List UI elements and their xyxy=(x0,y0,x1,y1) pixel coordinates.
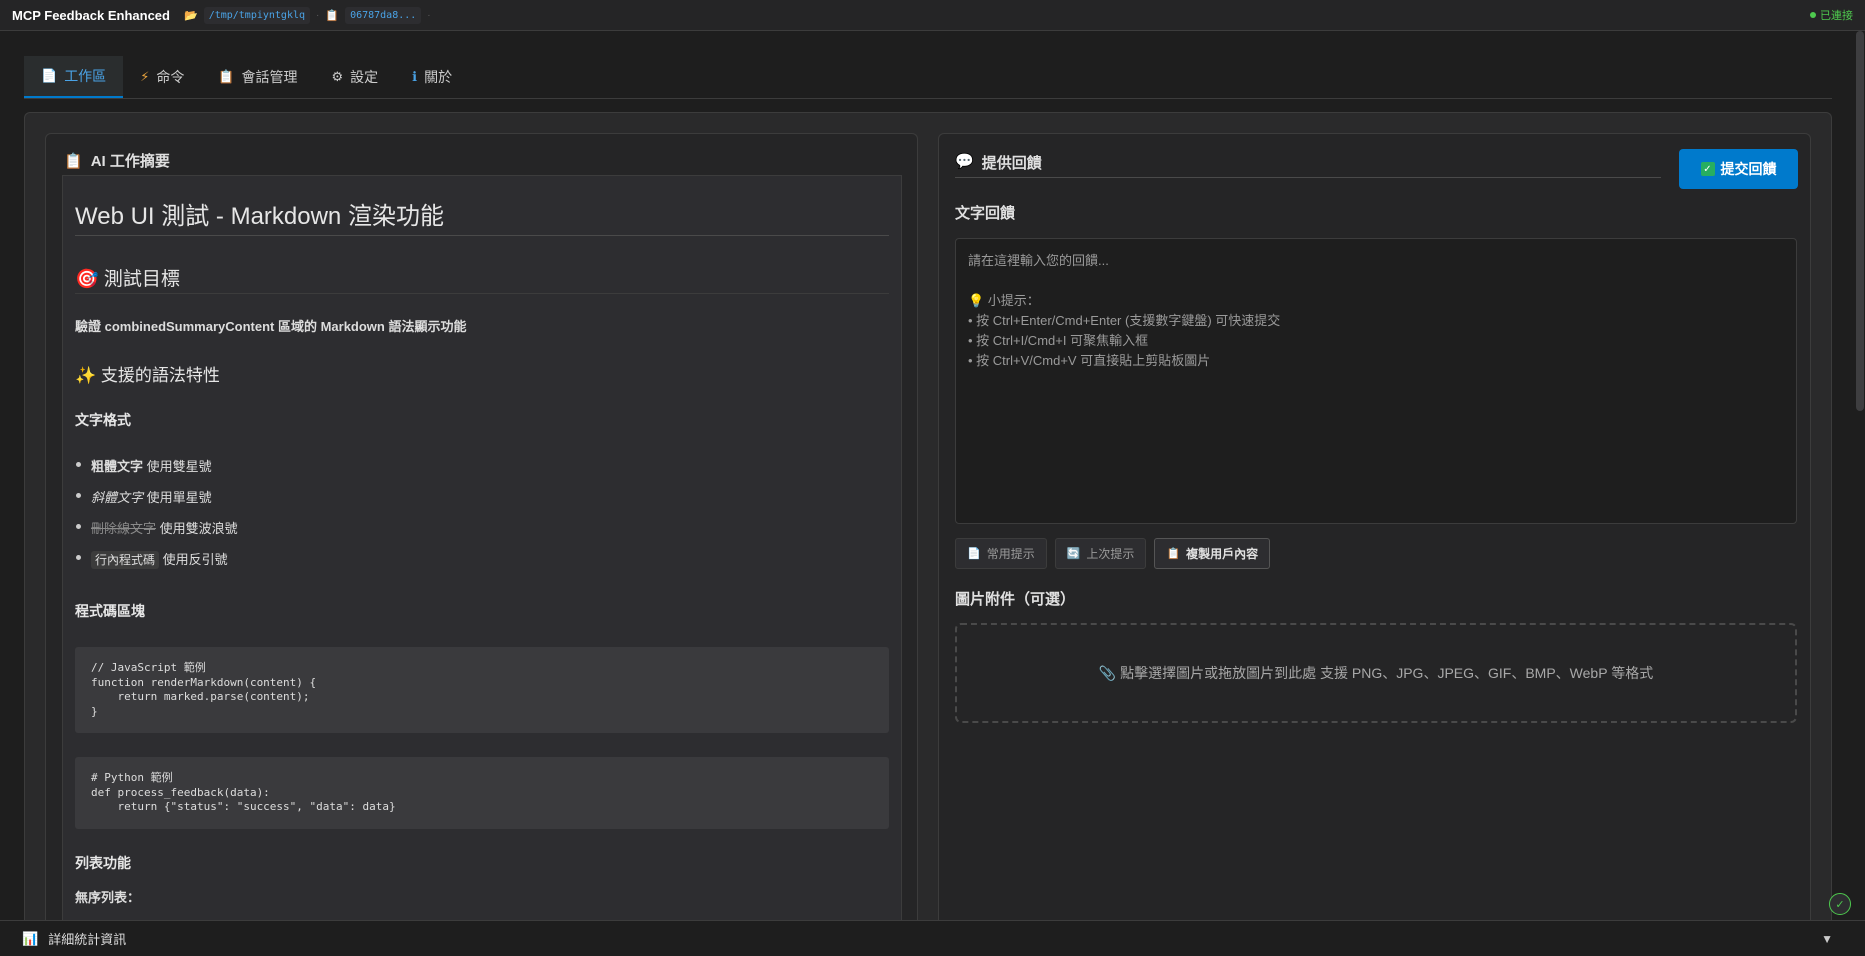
connection-status: 已連接 xyxy=(1810,7,1853,23)
button-label: 常用提示 xyxy=(986,547,1035,561)
strike-sample: 刪除線文字 xyxy=(91,521,157,536)
summary-panel: 📋 AI 工作摘要 Web UI 測試 - Markdown 渲染功能 🎯 測試… xyxy=(45,133,918,956)
tab-workspace[interactable]: 📄 工作區 xyxy=(24,56,124,98)
tab-label: 設定 xyxy=(350,69,379,85)
code-line: # Python 範例 xyxy=(91,771,173,784)
separator: · xyxy=(427,9,431,21)
code-line: return {"status": "success", "data": dat… xyxy=(91,800,396,813)
summary-content[interactable]: Web UI 測試 - Markdown 渲染功能 🎯 測試目標 驗證 comb… xyxy=(62,175,902,956)
unordered-list-label: 無序列表： xyxy=(75,889,141,905)
clipboard-icon: 📋 xyxy=(218,69,235,84)
folder-icon: 📂 xyxy=(183,8,198,22)
tab-label: 關於 xyxy=(424,69,453,85)
tab-label: 工作區 xyxy=(64,68,107,84)
code-block-heading: 程式碼區塊 xyxy=(75,603,145,619)
prompt-button-row: 📄 常用提示 🔄 上次提示 📋 複製用戶內容 xyxy=(955,538,1271,569)
button-label: 上次提示 xyxy=(1086,547,1135,561)
features-heading: ✨ 支援的語法特性 xyxy=(75,366,220,385)
project-path: /tmp/tmpiyntgklq xyxy=(203,6,311,24)
button-label: 複製用戶內容 xyxy=(1186,547,1259,561)
workspace-container: 📋 AI 工作摘要 Web UI 測試 - Markdown 渲染功能 🎯 測試… xyxy=(24,112,1832,956)
image-dropzone[interactable]: 📎 點擊選擇圖片或拖放圖片到此處 支援 PNG、JPG、JPEG、GIF、BMP… xyxy=(955,623,1797,723)
tab-settings[interactable]: ⚙ 設定 xyxy=(315,56,396,98)
top-bar: MCP Feedback Enhanced 📂 /tmp/tmpiyntgklq… xyxy=(0,0,1865,31)
code-line: return marked.parse(content); xyxy=(91,690,310,703)
list-item: 斜體文字 使用單星號 xyxy=(75,487,889,505)
tab-label: 會話管理 xyxy=(241,69,298,85)
feedback-panel-title: 💬 提供回饋 xyxy=(955,152,1661,178)
code-block-javascript: // JavaScript 範例 function renderMarkdown(… xyxy=(75,647,889,733)
stats-label: 詳細統計資訊 xyxy=(48,932,127,947)
inline-code-sample: 行內程式碼 xyxy=(91,551,160,569)
speech-bubble-icon: 💬 xyxy=(955,153,974,170)
document-icon: 📄 xyxy=(967,548,981,560)
tab-about[interactable]: ℹ 關於 xyxy=(395,56,469,98)
copy-user-content-button[interactable]: 📋 複製用戶內容 xyxy=(1154,538,1271,569)
code-line: function renderMarkdown(content) { xyxy=(91,675,317,689)
bold-sample: 粗體文字 xyxy=(91,459,144,474)
stats-footer[interactable]: 📊 詳細統計資訊 ▼ xyxy=(0,920,1865,956)
clipboard-icon: 📋 xyxy=(325,8,340,22)
tab-sessions[interactable]: 📋 會話管理 xyxy=(201,56,314,98)
code-line: def process_feedback(data): xyxy=(91,785,270,799)
last-prompt-button[interactable]: 🔄 上次提示 xyxy=(1054,538,1147,569)
lightning-icon: ⚡ xyxy=(140,69,150,84)
separator: · xyxy=(316,9,320,21)
gear-icon: ⚙ xyxy=(331,69,344,84)
code-line: // JavaScript 範例 xyxy=(91,661,206,674)
tab-label: 命令 xyxy=(156,69,185,85)
italic-sample: 斜體文字 xyxy=(91,490,144,505)
shield-icon[interactable]: ✓ xyxy=(1829,893,1851,915)
clipboard-icon: 📋 xyxy=(1166,548,1181,560)
list-heading: 列表功能 xyxy=(75,854,131,871)
scrollbar-thumb[interactable] xyxy=(1856,31,1864,411)
chevron-down-icon[interactable]: ▼ xyxy=(1821,932,1833,946)
feedback-title-text: 提供回饋 xyxy=(981,155,1042,172)
submit-label: 提交回饋 xyxy=(1720,161,1777,177)
submit-feedback-button[interactable]: ✓ 提交回饋 xyxy=(1679,149,1798,189)
item-description: 使用雙星號 xyxy=(143,459,212,474)
status-dot-icon xyxy=(1810,12,1816,18)
list-item: 行內程式碼 使用反引號 xyxy=(75,549,889,569)
format-list: 粗體文字 使用雙星號 斜體文字 使用單星號 刪除線文字 使用雙波浪號 行內程式碼… xyxy=(75,456,889,569)
refresh-icon: 🔄 xyxy=(1066,548,1081,560)
checkmark-icon: ✓ xyxy=(1700,162,1715,176)
summary-heading: Web UI 測試 - Markdown 渲染功能 xyxy=(75,196,889,236)
tab-commands[interactable]: ⚡ 命令 xyxy=(123,56,201,98)
bar-chart-icon: 📊 xyxy=(22,930,39,946)
item-description: 使用雙波浪號 xyxy=(156,521,238,536)
app-title: MCP Feedback Enhanced xyxy=(12,7,170,23)
tab-bar: 📄 工作區 ⚡ 命令 📋 會話管理 ⚙ 設定 ℹ 關於 xyxy=(24,56,1832,99)
list-item: 刪除線文字 使用雙波浪號 xyxy=(75,518,889,536)
list-item: 粗體文字 使用雙星號 xyxy=(75,456,889,474)
text-format-heading: 文字格式 xyxy=(75,412,131,428)
text-feedback-label: 文字回饋 xyxy=(955,205,1016,222)
session-id: 06787da8... xyxy=(345,6,422,24)
page-scrollbar[interactable] xyxy=(1855,31,1865,920)
summary-panel-title: 📋 AI 工作摘要 xyxy=(64,150,170,171)
project-chip: 📂 /tmp/tmpiyntgklq xyxy=(183,6,311,24)
goal-text: 驗證 combinedSummaryContent 區域的 Markdown 語… xyxy=(75,319,467,334)
summary-title-text: AI 工作摘要 xyxy=(90,153,170,170)
goal-heading: 🎯 測試目標 xyxy=(75,264,889,294)
item-description: 使用單星號 xyxy=(143,490,212,505)
document-icon: 📄 xyxy=(41,68,58,83)
feedback-textarea[interactable]: 請在這裡輸入您的回饋... 💡 小提示： • 按 Ctrl+Enter/Cmd+… xyxy=(955,238,1797,524)
session-chip: 📋 06787da8... xyxy=(325,6,422,24)
code-line: } xyxy=(91,704,98,718)
common-prompts-button[interactable]: 📄 常用提示 xyxy=(955,538,1047,569)
code-block-python: # Python 範例 def process_feedback(data): r… xyxy=(75,757,889,829)
info-icon: ℹ xyxy=(412,69,418,84)
clipboard-icon: 📋 xyxy=(64,152,83,170)
feedback-panel: 💬 提供回饋 ✓ 提交回饋 文字回饋 請在這裡輸入您的回饋... 💡 小提示： … xyxy=(938,133,1811,956)
item-description: 使用反引號 xyxy=(159,552,228,567)
image-attachment-label: 圖片附件（可選） xyxy=(955,591,1076,608)
connection-status-text: 已連接 xyxy=(1820,10,1853,22)
